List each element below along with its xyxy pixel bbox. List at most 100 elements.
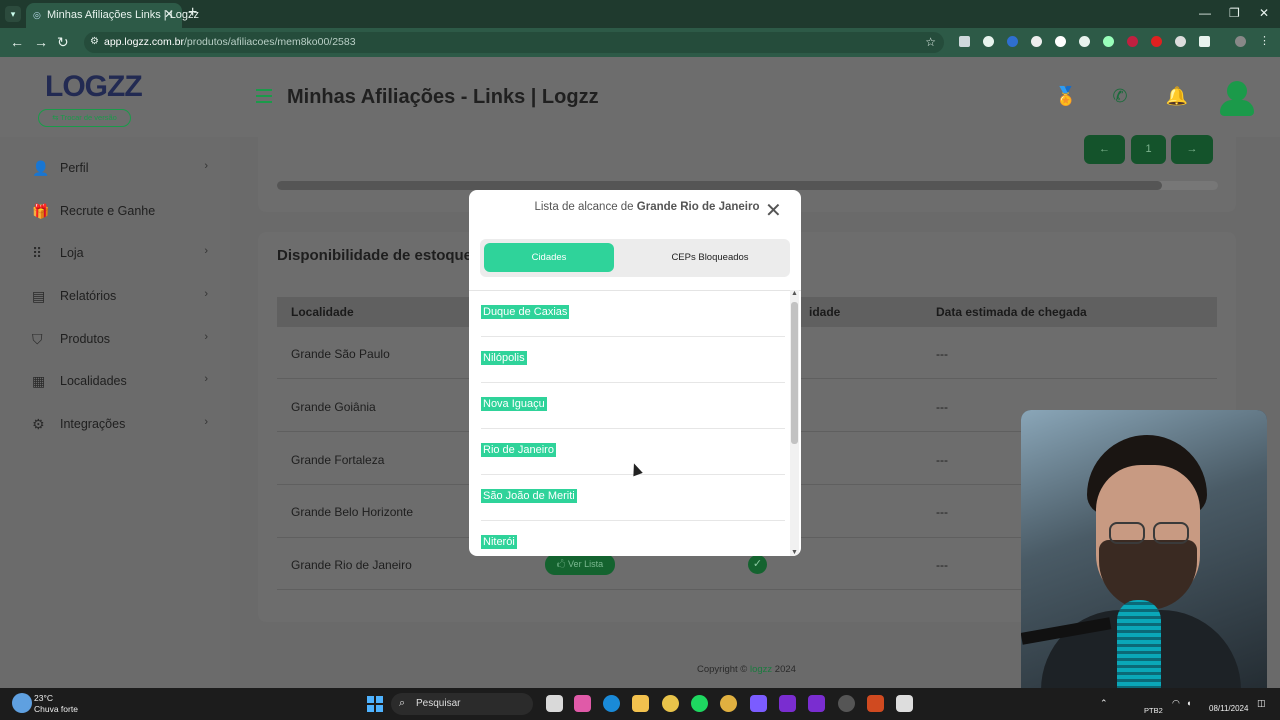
chrome-profile-icon[interactable] [720,695,737,712]
extension-icon[interactable] [1055,36,1066,47]
task-view-icon[interactable] [546,695,563,712]
close-icon[interactable]: ✕ [765,198,782,223]
sidebar-item-label: Localidades [60,374,127,388]
webcam-overlay [1021,410,1267,700]
switch-version-button[interactable]: ⇆ Trocar de versão [38,109,131,127]
menu-icon[interactable] [256,89,272,103]
list-item: Nova Iguaçu [481,383,785,429]
sidebar-item-label: Relatórios [60,289,117,303]
scroll-down-icon[interactable]: ▼ [791,549,798,556]
spotify-icon[interactable] [691,695,708,712]
extension-icon[interactable] [1175,36,1186,47]
copyright-brand[interactable]: logzz [750,664,772,675]
taskbar-date[interactable]: 08/11/2024 [1209,704,1248,713]
sidebar-item-loja[interactable]: ⠿ Loja › [32,243,212,265]
browser-tab[interactable]: ◎ Minhas Afiliações Links | Logzz ✕ [26,3,199,28]
sidebar-item-perfil[interactable]: 👤 Perfil › [32,158,212,180]
browser-menu-icon[interactable]: ⋮ [1259,36,1270,47]
wifi-icon[interactable]: ◠ [1172,698,1180,709]
tray-chevron-icon[interactable]: ⌃ [1100,698,1108,709]
weather-temperature[interactable]: 23°C [34,693,53,703]
bell-icon[interactable]: 🔔 [1164,86,1190,110]
minimize-icon[interactable]: — [1199,6,1211,20]
avatar[interactable] [1218,78,1254,118]
restore-icon[interactable]: ❐ [1229,6,1240,20]
perf-app-icon[interactable] [779,695,796,712]
city-name: Duque de Caxias [481,305,570,319]
close-window-icon[interactable]: ✕ [1259,6,1269,20]
sidebar-item-relatorios[interactable]: ▤ Relatórios › [32,286,212,308]
table-cell-eta: --- [936,400,948,414]
tab-cities[interactable]: Cidades [484,243,614,272]
sidebar-item-localidades[interactable]: ▦ Localidades › [32,371,212,393]
url-bar[interactable]: ⚙ app.logzz.com.br/produtos/afiliacoes/m… [84,32,944,53]
copyright-prefix: Copyright © [697,664,748,675]
chevron-right-icon: › [204,416,208,428]
extension-icon[interactable] [1127,36,1138,47]
taskbar-search[interactable]: ⌕ Pesquisar [391,693,533,715]
chrome-icon[interactable] [662,695,679,712]
sidebar-item-integracoes[interactable]: ⚙ Integrações › [32,414,212,436]
tab-list-icon[interactable]: ▾ [5,6,21,22]
modal-title-region: Grande Rio de Janeiro [636,201,760,213]
column-header-eta: Data estimada de chegada [936,305,1087,319]
whatsapp-icon[interactable]: ✆ [1107,86,1133,110]
ver-lista-button[interactable]: 🖒 Ver Lista [545,554,615,575]
tab-blocked-ceps[interactable]: CEPs Bloqueados [630,243,790,272]
windows-start-icon[interactable] [367,696,383,712]
chevron-right-icon: › [204,160,208,172]
list-item: São João de Meriti [481,475,785,521]
app-icon[interactable] [867,695,884,712]
table-cell-eta: --- [936,453,948,467]
page-number-button[interactable]: 1 [1131,135,1166,164]
chevron-right-icon: › [204,331,208,343]
extension-icon[interactable] [1151,36,1162,47]
prev-page-button[interactable]: ← [1084,135,1125,164]
modal-scrollbar[interactable]: ▲ ▼ [790,290,799,556]
table-cell-location: Grande Belo Horizonte [291,505,414,519]
app-icon[interactable] [750,695,767,712]
extension-icon[interactable] [1031,36,1042,47]
site-info-icon[interactable]: ⚙ [90,36,99,47]
extension-icon[interactable] [1007,36,1018,47]
tab-title: Minhas Afiliações Links | Logzz [47,9,200,21]
extensions-puzzle-icon[interactable] [1199,36,1210,47]
scroll-up-icon[interactable]: ▲ [791,290,798,297]
copilot-icon[interactable] [574,695,591,712]
sidebar-item-recrute[interactable]: 🎁 Recrute e Ganhe [32,201,212,223]
extension-icon[interactable] [1079,36,1090,47]
perf-app-icon[interactable] [808,695,825,712]
extension-icon[interactable] [983,36,994,47]
sidebar-item-produtos[interactable]: ⛉ Produtos › [32,329,212,351]
app-icon[interactable] [896,695,913,712]
city-name: Nova Iguaçu [481,397,547,411]
language-indicator[interactable]: PTB2 [1144,706,1163,715]
list-item: Duque de Caxias [481,291,785,337]
new-tab-icon[interactable]: + [188,5,197,21]
city-name: Rio de Janeiro [481,443,556,457]
forward-icon[interactable]: → [34,34,48,50]
cities-list[interactable]: Duque de Caxias Nilópolis Nova Iguaçu Ri… [469,290,801,556]
profile-icon[interactable] [1235,36,1246,47]
extension-icon[interactable] [1103,36,1114,47]
tag-icon: ⛉ [32,331,43,347]
edge-icon[interactable] [603,695,620,712]
file-explorer-icon[interactable] [632,695,649,712]
notification-icon[interactable]: ◫ [1257,698,1266,709]
check-icon: ✓ [748,555,767,574]
extension-icon[interactable] [959,36,970,47]
table-cell-location: Grande Rio de Janeiro [291,558,412,572]
app-icon[interactable] [838,695,855,712]
horizontal-scrollbar-thumb[interactable] [277,181,1162,190]
weather-condition[interactable]: Chuva forte [34,704,78,714]
reload-icon[interactable]: ↻ [57,34,69,51]
weather-icon[interactable] [12,693,32,713]
tab-close-icon[interactable]: ✕ [164,7,174,21]
bookmark-star-icon[interactable]: ☆ [925,35,936,49]
medal-icon[interactable]: 🏅 [1053,86,1079,110]
logo: LOGZZ [45,70,143,104]
volume-icon[interactable]: ◖ [1186,698,1191,708]
modal-scrollbar-thumb[interactable] [791,302,798,444]
back-icon[interactable]: ← [10,34,24,50]
next-page-button[interactable]: → [1171,135,1213,164]
